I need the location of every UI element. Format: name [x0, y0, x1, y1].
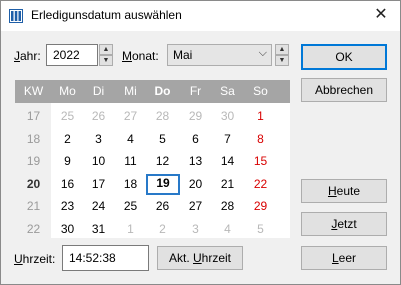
weekday-header: Mi: [124, 84, 137, 98]
day-cell[interactable]: 12: [146, 152, 179, 171]
day-cell[interactable]: 23: [51, 197, 84, 216]
weekday-header: Sa: [220, 84, 235, 98]
chevron-down-icon: ⌵: [258, 47, 267, 59]
day-cell[interactable]: 3: [179, 220, 212, 239]
day-cell[interactable]: 30: [51, 220, 84, 239]
month-select[interactable]: Mai ⌵: [167, 44, 272, 66]
year-value: 2022: [53, 48, 80, 62]
day-cell[interactable]: 4: [114, 130, 147, 149]
day-cell[interactable]: 8: [244, 130, 277, 149]
year-spinner[interactable]: ▲ ▼: [99, 44, 113, 66]
day-cell[interactable]: 27: [114, 107, 147, 126]
year-down-icon[interactable]: ▼: [99, 55, 113, 66]
day-cell[interactable]: 24: [82, 197, 115, 216]
time-label: Uhrzeit:: [14, 252, 56, 266]
day-cell[interactable]: 1: [114, 220, 147, 239]
day-cell[interactable]: 29: [244, 197, 277, 216]
calendar-app-icon: [9, 9, 23, 23]
day-cell[interactable]: 14: [211, 152, 244, 171]
day-cell[interactable]: 29: [179, 107, 212, 126]
weekday-header: KW: [23, 84, 44, 98]
month-label: Monat:: [122, 49, 159, 63]
day-cell[interactable]: 26: [82, 107, 115, 126]
week-number: 20: [26, 176, 41, 191]
day-cell[interactable]: 31: [82, 220, 115, 239]
day-cell[interactable]: 10: [82, 152, 115, 171]
day-cell[interactable]: 2: [146, 220, 179, 239]
week-number: 17: [26, 109, 41, 123]
year-input[interactable]: 2022: [46, 44, 98, 66]
day-cell[interactable]: 17: [82, 175, 115, 194]
week-number: 18: [26, 131, 41, 146]
day-cell[interactable]: 18: [114, 175, 147, 194]
ok-button[interactable]: OK: [301, 44, 387, 70]
week-number: 21: [26, 199, 41, 213]
current-time-button[interactable]: Akt. Uhrzeit: [157, 246, 243, 270]
month-down-icon[interactable]: ▼: [275, 55, 289, 66]
title-bar: Erledigunsdatum auswählen ✕: [1, 1, 400, 31]
day-cell[interactable]: 6: [179, 130, 212, 149]
day-cell[interactable]: 28: [211, 197, 244, 216]
day-cell[interactable]: 5: [146, 130, 179, 149]
day-cell[interactable]: 20: [179, 175, 212, 194]
week-number: 22: [26, 221, 41, 236]
year-label: Jahr:: [14, 49, 41, 63]
day-cell[interactable]: 25: [114, 197, 147, 216]
month-value: Mai: [173, 48, 193, 62]
week-number: 19: [26, 154, 41, 168]
day-cell[interactable]: 28: [146, 107, 179, 126]
day-cell[interactable]: 21: [211, 175, 244, 194]
close-icon[interactable]: ✕: [370, 4, 392, 26]
day-cell[interactable]: 22: [244, 175, 277, 194]
day-cell[interactable]: 9: [51, 152, 84, 171]
day-cell[interactable]: 3: [82, 130, 115, 149]
day-cell[interactable]: 16: [51, 175, 84, 194]
weekday-header: So: [253, 84, 268, 98]
time-input[interactable]: 14:52:38: [62, 245, 149, 271]
weekday-header: Fr: [189, 84, 202, 98]
weekday-header: Di: [92, 84, 105, 98]
window-title: Erledigunsdatum auswählen: [31, 8, 182, 22]
today-button[interactable]: Heute: [301, 179, 387, 203]
day-cell[interactable]: 26: [146, 197, 179, 216]
day-cell[interactable]: 4: [211, 220, 244, 239]
day-cell[interactable]: 27: [179, 197, 212, 216]
day-cell[interactable]: 1: [244, 107, 277, 126]
now-button[interactable]: Jetzt: [301, 212, 387, 236]
month-up-icon[interactable]: ▲: [275, 44, 289, 55]
selected-day[interactable]: 19: [146, 173, 180, 195]
weekday-header: Do: [154, 84, 171, 98]
day-cell[interactable]: 25: [51, 107, 84, 126]
empty-button[interactable]: Leer: [301, 246, 387, 270]
calendar-grid: KW Mo Di Mi Do Fr Sa So 17 25 26 27 28 29 30 1 18 2 3 4 5 6 7 8…: [15, 80, 290, 238]
dialog-window: Erledigunsdatum auswählen ✕ Jahr: 2022 ▲…: [0, 0, 401, 285]
year-up-icon[interactable]: ▲: [99, 44, 113, 55]
day-cell[interactable]: 11: [114, 152, 147, 171]
weekday-header: Mo: [59, 84, 76, 98]
day-cell[interactable]: 15: [244, 152, 277, 171]
day-cell[interactable]: 30: [211, 107, 244, 126]
day-cell[interactable]: 5: [244, 220, 277, 239]
day-cell[interactable]: 2: [51, 130, 84, 149]
month-spinner[interactable]: ▲ ▼: [275, 44, 289, 66]
day-cell[interactable]: 13: [179, 152, 212, 171]
day-cell[interactable]: 7: [211, 130, 244, 149]
time-value: 14:52:38: [69, 251, 116, 265]
cancel-button[interactable]: Abbrechen: [301, 78, 387, 102]
